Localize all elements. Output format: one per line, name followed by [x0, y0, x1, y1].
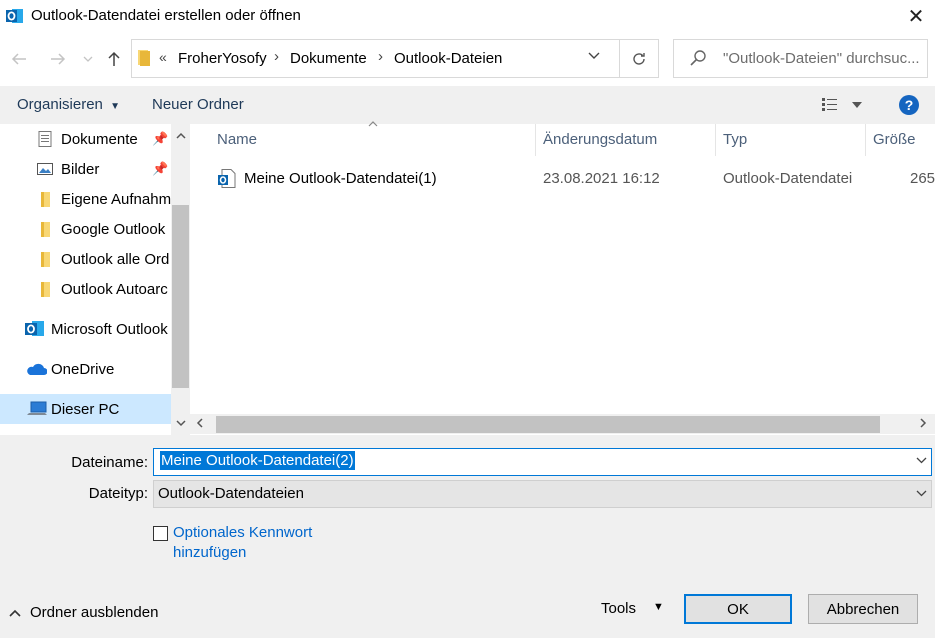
sort-ascending-icon [368, 118, 378, 130]
pictures-icon [37, 163, 53, 175]
pin-icon[interactable]: 📌 [152, 161, 168, 177]
file-type: Outlook-Datendatei [723, 170, 853, 187]
search-icon [690, 50, 706, 66]
filetype-value: Outlook-Datendateien [158, 485, 304, 502]
nav-item-label: Bilder [61, 160, 100, 178]
filename-input[interactable]: Meine Outlook-Datendatei(2) [160, 451, 355, 470]
nav-item-label: Microsoft Outlook [51, 320, 168, 338]
column-header-date[interactable]: Änderungsdatum [543, 131, 657, 148]
filetype-label: Dateityp: [88, 485, 148, 502]
column-divider[interactable] [535, 124, 536, 156]
command-bar [0, 86, 935, 124]
new-folder-button[interactable]: Neuer Ordner [152, 96, 244, 113]
password-checkbox[interactable] [153, 526, 168, 541]
view-options-icon[interactable] [821, 96, 863, 114]
column-divider[interactable] [865, 124, 866, 156]
breadcrumb-dokumente[interactable]: Dokumente [290, 50, 367, 67]
chevron-up-icon [9, 609, 21, 617]
nav-item-outlook-alle-ordner[interactable]: Outlook alle Ord [0, 244, 171, 274]
breadcrumb-separator[interactable]: › [274, 48, 279, 65]
nav-item-label: Eigene Aufnahm [61, 190, 171, 208]
outlook-icon [25, 321, 44, 336]
nav-item-microsoft-outlook[interactable]: Microsoft Outlook [0, 314, 171, 344]
help-button[interactable]: ? [899, 95, 919, 115]
nav-item-outlook-autoarchiv[interactable]: Outlook Autoarc [0, 274, 171, 304]
nav-item-label: Google Outlook [61, 220, 166, 238]
nav-item-label: Dieser PC [51, 400, 120, 418]
folder-icon [41, 252, 50, 267]
nav-scroll-thumb[interactable] [172, 205, 189, 388]
column-header-type[interactable]: Typ [723, 131, 747, 148]
refresh-button[interactable] [619, 40, 658, 77]
nav-item-bilder[interactable]: Bilder 📌 [0, 154, 171, 184]
nav-item-google-outlook[interactable]: Google Outlook [0, 214, 171, 244]
address-dropdown-chevron-icon[interactable] [588, 48, 600, 63]
window-title: Outlook-Datendatei erstellen oder öffnen [31, 7, 301, 24]
breadcrumb-outlook-dateien[interactable]: Outlook-Dateien [394, 50, 502, 67]
back-arrow-icon[interactable] [8, 48, 30, 70]
pst-file-icon [218, 169, 236, 188]
recent-locations-chevron-icon[interactable] [79, 48, 97, 70]
organize-button[interactable]: Organisieren ▼ [17, 96, 120, 113]
filetype-dropdown-chevron-icon[interactable] [916, 486, 927, 500]
folder-icon [41, 192, 50, 207]
tools-button[interactable]: Tools [601, 600, 636, 617]
outlook-app-icon [6, 9, 23, 23]
caret-down-icon: ▼ [110, 101, 120, 112]
onedrive-icon [27, 363, 47, 375]
nav-item-dieser-pc[interactable]: Dieser PC [0, 394, 171, 424]
file-date: 23.08.2021 16:12 [543, 170, 660, 187]
scroll-down-arrow-icon[interactable] [171, 412, 190, 434]
scroll-up-arrow-icon[interactable] [171, 124, 190, 146]
nav-item-eigene-aufnahmen[interactable]: Eigene Aufnahm [0, 184, 171, 214]
folder-icon [41, 222, 50, 237]
up-arrow-icon[interactable] [103, 48, 125, 70]
column-header-name[interactable]: Name [217, 131, 257, 148]
file-name[interactable]: Meine Outlook-Datendatei(1) [244, 170, 437, 187]
password-option-link[interactable]: Optionales Kennwort hinzufügen [173, 523, 333, 563]
scroll-right-arrow-icon[interactable] [920, 416, 927, 431]
documents-icon [38, 131, 52, 147]
search-input[interactable]: "Outlook-Dateien" durchsuc... [723, 50, 921, 67]
breadcrumb-separator[interactable]: › [378, 48, 383, 65]
column-header-size[interactable]: Größe [873, 131, 916, 148]
filename-dropdown-chevron-icon[interactable] [916, 453, 927, 467]
organize-label: Organisieren [17, 96, 103, 113]
cancel-button[interactable]: Abbrechen [808, 594, 918, 624]
refresh-icon [633, 52, 645, 65]
filename-label: Dateiname: [71, 454, 148, 471]
close-button[interactable]: ✕ [897, 0, 935, 32]
pc-icon [27, 401, 47, 415]
file-size: 265 [910, 170, 935, 187]
hide-folders-label: Ordner ausblenden [30, 604, 159, 621]
ok-button[interactable]: OK [684, 594, 792, 624]
nav-item-label: OneDrive [51, 360, 115, 378]
nav-item-label: Outlook alle Ord [61, 250, 170, 268]
nav-item-onedrive[interactable]: OneDrive [0, 354, 171, 384]
nav-item-label: Dokumente [61, 130, 138, 148]
column-divider[interactable] [715, 124, 716, 156]
breadcrumb-overflow[interactable]: « [159, 49, 167, 65]
folder-icon [138, 50, 150, 66]
pin-icon[interactable]: 📌 [152, 131, 168, 147]
scroll-left-arrow-icon[interactable] [196, 416, 203, 431]
nav-item-label: Outlook Autoarc [61, 280, 168, 298]
hide-folders-button[interactable]: Ordner ausblenden [9, 604, 158, 621]
breadcrumb-froheryosofy[interactable]: FroherYosofy [178, 50, 267, 67]
forward-arrow-icon[interactable] [47, 48, 69, 70]
navigation-pane: Dokumente 📌 Bilder 📌 Eigene Aufnahm Goog… [0, 124, 171, 435]
caret-down-icon[interactable]: ▼ [653, 601, 664, 613]
nav-item-dokumente[interactable]: Dokumente 📌 [0, 124, 171, 154]
horizontal-scroll-thumb[interactable] [216, 416, 880, 433]
folder-icon [41, 282, 50, 297]
